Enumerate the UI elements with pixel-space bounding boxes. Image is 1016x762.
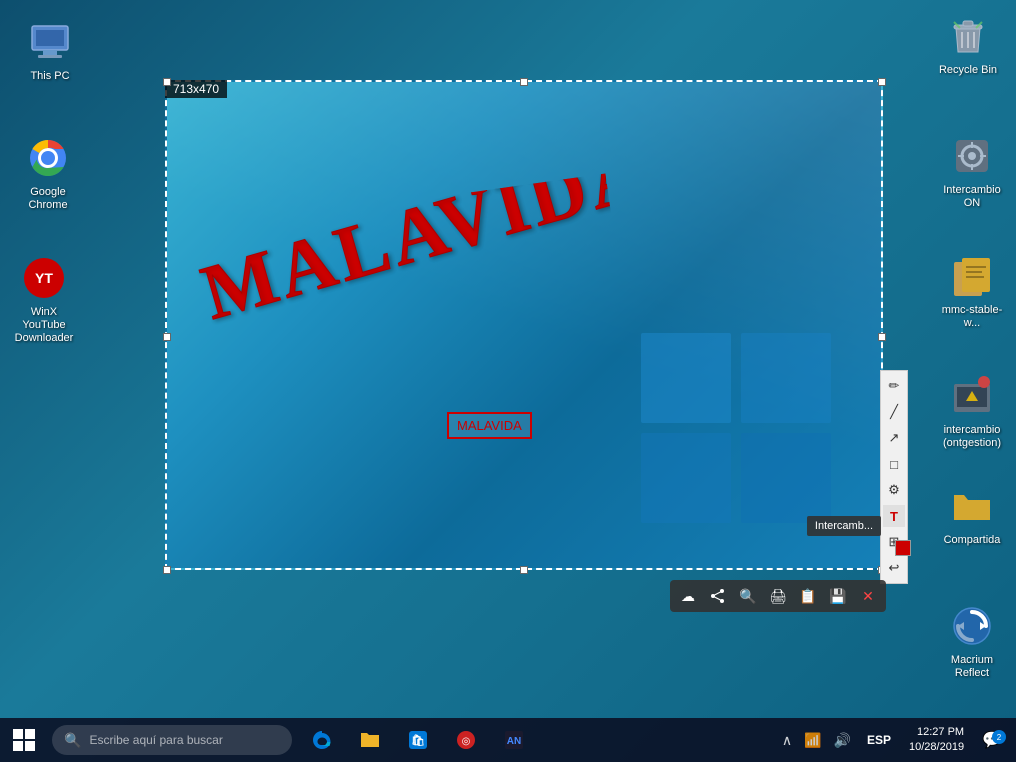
mmc-label: mmc-stable-w...: [936, 304, 1008, 330]
taskbar-app-edge[interactable]: [300, 718, 344, 762]
winx-label: WinX YouTube Downloader: [8, 306, 80, 346]
desktop-icon-mmc[interactable]: mmc-stable-w...: [932, 248, 1012, 334]
tool-rect[interactable]: □: [883, 453, 905, 475]
tool-text[interactable]: T: [883, 505, 905, 527]
popup-intercambio: Intercamb...: [807, 516, 881, 536]
desktop-icon-recycle-bin[interactable]: Recycle Bin: [928, 8, 1008, 81]
btn-copy[interactable]: 📋: [796, 584, 820, 608]
taskbar-tray-area: ∧ 📶 🔊 ESP 12:27 PM 10/28/2019 💬 2: [778, 723, 1016, 758]
intercambio-on-icon: [948, 132, 996, 180]
tool-settings[interactable]: ⚙: [883, 479, 905, 501]
windows-logo: [641, 333, 831, 528]
desktop-icon-macrium[interactable]: Macrium Reflect: [932, 598, 1012, 684]
recycle-bin-label: Recycle Bin: [939, 64, 997, 77]
taskbar-app-explorer[interactable]: [348, 718, 392, 762]
winx-icon: YT: [20, 254, 68, 302]
btn-print[interactable]: 🖨: [766, 584, 790, 608]
resize-handle-bl[interactable]: [163, 566, 171, 574]
intercambio-ontgestion-icon: [948, 372, 996, 420]
intercambio-on-label: Intercambio ON: [936, 184, 1008, 210]
recycle-bin-icon: [944, 12, 992, 60]
resize-handle-tm[interactable]: [520, 78, 528, 86]
resize-handle-tr[interactable]: [878, 78, 886, 86]
taskbar-app-store[interactable]: 🛍: [396, 718, 440, 762]
textbox-malavida[interactable]: MALAVIDA: [447, 412, 532, 439]
tool-arrow[interactable]: ↗: [883, 427, 905, 449]
tool-line[interactable]: ╱: [883, 401, 905, 423]
notification-center[interactable]: 💬 2: [976, 728, 1008, 752]
taskbar-language[interactable]: ESP: [861, 731, 897, 749]
tray-expand[interactable]: ∧: [778, 730, 796, 751]
chrome-icon: [24, 134, 72, 182]
capture-area[interactable]: MALAVIDA MALAVIDA: [165, 80, 883, 570]
btn-search[interactable]: 🔍: [736, 584, 760, 608]
macrium-label: Macrium Reflect: [936, 654, 1008, 680]
taskbar-app-app2[interactable]: AN: [492, 718, 536, 762]
size-indicator: 713x470: [165, 80, 227, 98]
desktop-icon-chrome[interactable]: Google Chrome: [8, 130, 88, 216]
desktop-icon-winx[interactable]: YT WinX YouTube Downloader: [4, 250, 84, 350]
tool-undo[interactable]: ↩: [883, 557, 905, 579]
resize-handle-mr[interactable]: [878, 333, 886, 341]
notification-badge: 2: [992, 730, 1006, 744]
taskbar: 🔍 Escribe aquí para buscar 🛍: [0, 718, 1016, 762]
taskbar-date-value: 10/28/2019: [909, 740, 964, 755]
desktop-icon-compartida[interactable]: Compartida: [932, 478, 1012, 551]
svg-text:🛍: 🛍: [411, 734, 425, 747]
tray-network[interactable]: 📶: [800, 730, 825, 751]
color-swatch-red[interactable]: [895, 540, 911, 556]
this-pc-icon: [26, 18, 74, 66]
textbox-content: MALAVIDA: [457, 418, 522, 433]
svg-text:MALAVIDA: MALAVIDA: [193, 173, 622, 336]
taskbar-apps: 🛍 ◎ AN: [300, 718, 536, 762]
mmc-icon: [948, 252, 996, 300]
btn-cloud[interactable]: ☁: [676, 584, 700, 608]
system-tray: ∧ 📶 🔊: [778, 730, 855, 751]
search-placeholder: Escribe aquí para buscar: [89, 733, 222, 747]
size-label: 713x470: [173, 82, 219, 96]
this-pc-label: This PC: [30, 70, 69, 83]
svg-text:YT: YT: [35, 270, 53, 286]
compartida-label: Compartida: [944, 534, 1001, 547]
btn-share[interactable]: [706, 584, 730, 608]
taskbar-datetime[interactable]: 12:27 PM 10/28/2019: [903, 723, 970, 758]
desktop-icon-intercambio-on[interactable]: Intercambio ON: [932, 128, 1012, 214]
taskbar-search[interactable]: 🔍 Escribe aquí para buscar: [52, 725, 292, 755]
compartida-icon: [948, 482, 996, 530]
start-button[interactable]: [0, 718, 48, 762]
tool-pencil[interactable]: ✏: [883, 375, 905, 397]
desktop-icon-intercambio-ontgestion[interactable]: intercambio (ontgestion): [932, 368, 1012, 454]
tray-speaker[interactable]: 🔊: [830, 730, 855, 751]
resize-handle-bm[interactable]: [520, 566, 528, 574]
desktop: This PC Google Chrome YT WinX YouTube Do…: [0, 0, 1016, 762]
popup-text: Intercamb...: [815, 520, 873, 532]
btn-close[interactable]: ✕: [856, 584, 880, 608]
svg-text:◎: ◎: [462, 736, 471, 747]
resize-handle-ml[interactable]: [163, 333, 171, 341]
taskbar-time-value: 12:27 PM: [917, 725, 964, 740]
btn-save[interactable]: 💾: [826, 584, 850, 608]
taskbar-app-game[interactable]: ◎: [444, 718, 488, 762]
intercambio-ontgestion-label: intercambio (ontgestion): [936, 424, 1008, 450]
desktop-icon-this-pc[interactable]: This PC: [10, 14, 90, 87]
handwritten-malavida: MALAVIDA: [189, 173, 624, 368]
svg-text:AN: AN: [507, 736, 521, 747]
search-icon: 🔍: [64, 732, 81, 749]
chrome-label: Google Chrome: [12, 186, 84, 212]
bottom-toolbar: ☁ 🔍 🖨 📋 💾 ✕: [670, 580, 886, 612]
resize-handle-tl[interactable]: [163, 78, 171, 86]
macrium-icon: [948, 602, 996, 650]
